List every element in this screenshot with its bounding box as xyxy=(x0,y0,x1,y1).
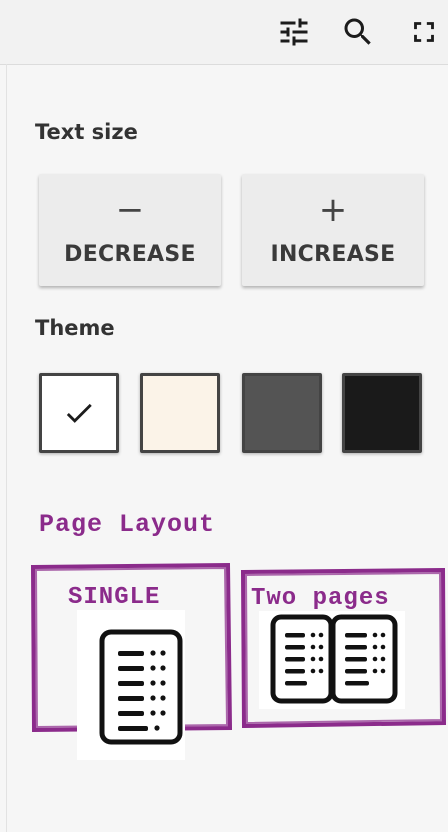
search-icon[interactable] xyxy=(338,12,378,52)
checkmark-icon xyxy=(66,403,92,423)
increase-label: INCREASE xyxy=(270,242,396,267)
increase-button[interactable]: + INCREASE xyxy=(242,174,424,286)
two-pages-icon xyxy=(259,611,405,709)
theme-heading: Theme xyxy=(35,316,115,340)
layout-single-label: SINGLE xyxy=(68,584,161,611)
layout-single-option[interactable]: SINGLE xyxy=(30,562,232,760)
tune-icon[interactable] xyxy=(274,12,314,52)
top-toolbar xyxy=(0,0,448,65)
theme-swatch-white[interactable] xyxy=(39,373,119,453)
theme-swatch-gray[interactable] xyxy=(242,373,322,453)
layout-two-pages-label: Two pages xyxy=(251,585,390,612)
plus-icon: + xyxy=(318,190,348,230)
theme-swatch-sepia[interactable] xyxy=(140,373,220,453)
text-size-heading: Text size xyxy=(35,120,138,144)
fullscreen-icon[interactable] xyxy=(404,12,444,52)
layout-two-pages-option[interactable]: Two pages xyxy=(240,568,446,728)
decrease-button[interactable]: − DECREASE xyxy=(39,174,221,286)
minus-icon: − xyxy=(115,190,145,230)
settings-panel: Text size − DECREASE + INCREASE Theme Pa… xyxy=(0,64,448,832)
theme-swatch-black[interactable] xyxy=(342,373,422,453)
decrease-label: DECREASE xyxy=(64,242,196,267)
page-layout-heading: Page Layout xyxy=(39,510,216,539)
single-page-icon xyxy=(77,610,185,760)
